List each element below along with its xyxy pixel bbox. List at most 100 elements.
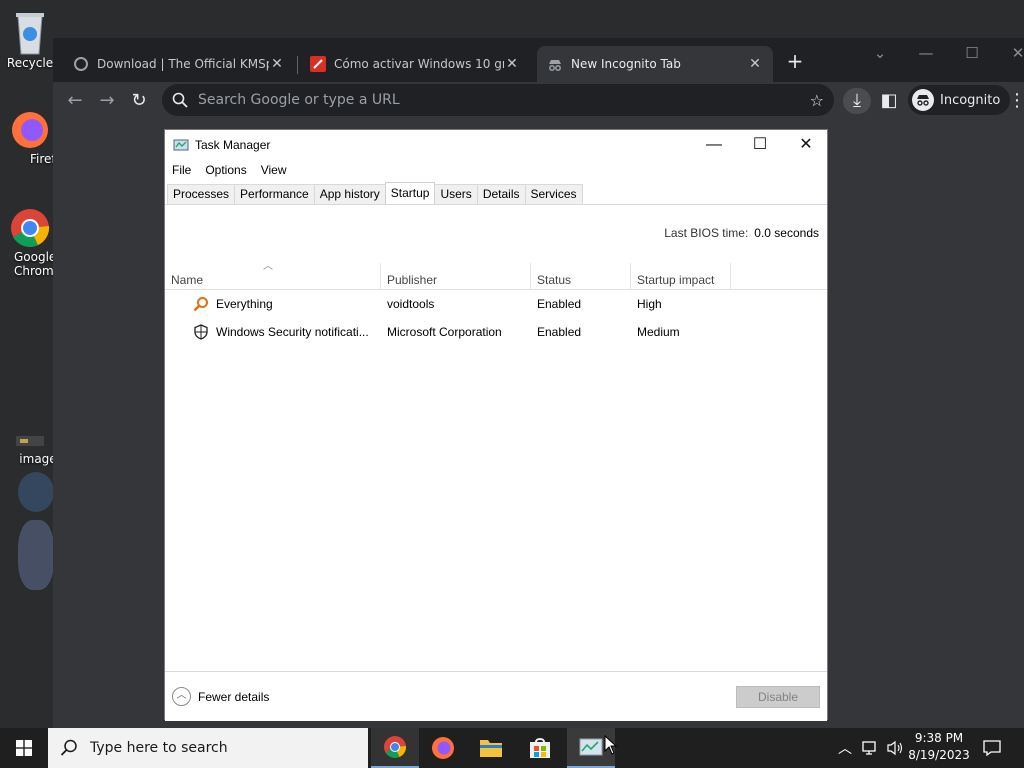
folder-icon: [480, 740, 502, 757]
bookmark-star-icon[interactable]: ☆: [810, 91, 824, 110]
desktop-icon-google-chrome[interactable]: Google Chrome: [0, 206, 60, 278]
browser-toolbar: ← → ↻ Search Google or type a URL ☆ ⤓ ◧ …: [53, 82, 1024, 120]
tab-bar: Processes Performance App history Startu…: [167, 182, 583, 204]
row-status: Enabled: [537, 325, 582, 339]
table-row[interactable]: Everything voidtools Enabled High: [165, 290, 827, 318]
desktop-icon-label: Firefox: [30, 152, 60, 166]
incognito-favicon-icon: [549, 60, 561, 71]
taskbar-microsoft-store[interactable]: [516, 728, 564, 768]
tab-users[interactable]: Users: [434, 184, 478, 204]
menu-options[interactable]: Options: [198, 160, 253, 180]
footer: ︿ Fewer details Disable: [165, 671, 827, 721]
tab-app-history[interactable]: App history: [313, 184, 386, 204]
windows-logo-icon: [16, 740, 32, 756]
side-panel-icon[interactable]: ◧: [875, 88, 903, 114]
tab-startup[interactable]: Startup: [384, 182, 436, 204]
close-icon[interactable]: ✕: [1003, 44, 1024, 62]
minimize-icon[interactable]: —: [691, 130, 737, 160]
forward-icon[interactable]: →: [93, 88, 121, 114]
desktop-icon-recycle-bin[interactable]: Recycle: [0, 8, 60, 70]
desktop-blurred-icon: [18, 472, 54, 512]
tab-performance[interactable]: Performance: [234, 184, 315, 204]
task-manager-icon: [579, 738, 603, 756]
incognito-profile-button[interactable]: Incognito: [908, 85, 1011, 115]
desktop-icon-label: Recycle: [6, 56, 54, 70]
more-menu-icon[interactable]: ⋮: [1008, 88, 1024, 114]
red-favicon-icon: [310, 56, 326, 72]
maximize-icon[interactable]: ☐: [957, 44, 987, 62]
row-publisher: Microsoft Corporation: [387, 325, 502, 339]
menu-view[interactable]: View: [254, 160, 294, 180]
taskbar-search-placeholder: Type here to search: [90, 740, 228, 756]
tab-close-icon[interactable]: ✕: [504, 56, 520, 72]
tab-separator: [297, 56, 298, 74]
tab-close-icon[interactable]: ✕: [269, 56, 285, 72]
task-manager-icon: [173, 139, 189, 151]
tab-title: Download | The Official KMSpico: [97, 57, 269, 71]
close-icon[interactable]: ✕: [783, 130, 829, 160]
image-icon: [16, 436, 44, 446]
clock-date: 8/19/2023: [908, 748, 970, 762]
column-name[interactable]: Name: [165, 263, 381, 290]
row-publisher: voidtools: [387, 297, 435, 311]
column-startup-impact[interactable]: Startup impact: [631, 263, 731, 290]
fewer-details-button[interactable]: ︿ Fewer details: [172, 687, 269, 706]
browser-tab-activar-windows[interactable]: Cómo activar Windows 10 gratis ✕: [300, 46, 530, 82]
download-icon[interactable]: ⤓: [843, 88, 871, 114]
desktop-icon-firefox[interactable]: Firefox: [0, 108, 60, 166]
desktop-icon-label: Google Chrome: [14, 250, 54, 278]
row-name: Windows Security notificati...: [216, 325, 369, 339]
minimize-icon[interactable]: —: [911, 44, 941, 62]
desktop-icon-image[interactable]: image: [0, 432, 60, 466]
volume-icon[interactable]: [886, 740, 904, 756]
system-clock[interactable]: 9:38 PM 8/19/2023: [906, 730, 972, 764]
taskbar-chrome[interactable]: [371, 728, 419, 768]
network-icon[interactable]: [862, 740, 880, 756]
browser-tab-kmspico[interactable]: Download | The Official KMSpico ✕: [63, 46, 295, 82]
disable-button[interactable]: Disable: [736, 686, 820, 708]
clock-time: 9:38 PM: [914, 731, 964, 745]
maximize-icon[interactable]: ☐: [737, 130, 783, 160]
notification-icon[interactable]: [983, 739, 1001, 757]
desktop-icon-label: image: [19, 452, 57, 466]
taskbar-search-box[interactable]: Type here to search: [48, 728, 368, 768]
title-bar: Task Manager — ☐ ✕: [165, 130, 827, 160]
bios-time-label: Last BIOS time:: [664, 226, 749, 240]
table-header: ︿ Name Publisher Status Startup impact: [165, 261, 827, 290]
bios-time: Last BIOS time: 0.0 seconds: [664, 226, 819, 240]
menu-file[interactable]: File: [165, 160, 198, 180]
tab-strip: Download | The Official KMSpico ✕ Cómo a…: [53, 38, 1024, 82]
google-chrome-icon: [384, 736, 407, 758]
search-icon: [60, 739, 77, 756]
reload-icon[interactable]: ↻: [125, 88, 153, 114]
tab-search-icon[interactable]: ⌄: [865, 44, 895, 62]
recycle-bin-icon: [16, 13, 44, 55]
bios-time-value: 0.0 seconds: [754, 226, 819, 240]
tab-services[interactable]: Services: [524, 184, 583, 204]
mouse-cursor-icon: [604, 735, 618, 755]
tab-title: Cómo activar Windows 10 gratis: [334, 57, 504, 71]
menu-bar: File Options View: [165, 160, 294, 180]
tab-details[interactable]: Details: [476, 184, 526, 204]
show-hidden-icons-icon[interactable]: ︿: [838, 738, 852, 758]
column-publisher[interactable]: Publisher: [381, 263, 531, 290]
firefox-icon: [12, 112, 48, 148]
omnibox[interactable]: Search Google or type a URL ☆: [162, 84, 834, 116]
taskbar-file-explorer[interactable]: [467, 728, 515, 768]
table-row[interactable]: Windows Security notificati... Microsoft…: [165, 318, 827, 346]
row-impact: Medium: [637, 325, 680, 339]
everything-icon: [193, 297, 208, 312]
new-tab-button[interactable]: +: [783, 50, 807, 72]
kmspico-favicon-icon: [74, 57, 88, 71]
back-icon[interactable]: ←: [61, 88, 89, 114]
tab-processes[interactable]: Processes: [167, 184, 236, 204]
tab-close-icon[interactable]: ✕: [747, 56, 763, 72]
row-status: Enabled: [537, 297, 582, 311]
store-icon: [530, 738, 550, 758]
shield-icon: [194, 324, 208, 340]
tab-divider: [165, 204, 827, 205]
start-button[interactable]: [0, 728, 48, 768]
taskbar-firefox[interactable]: [419, 728, 467, 768]
column-status[interactable]: Status: [531, 263, 631, 290]
browser-tab-new-incognito[interactable]: New Incognito Tab ✕: [537, 46, 773, 82]
